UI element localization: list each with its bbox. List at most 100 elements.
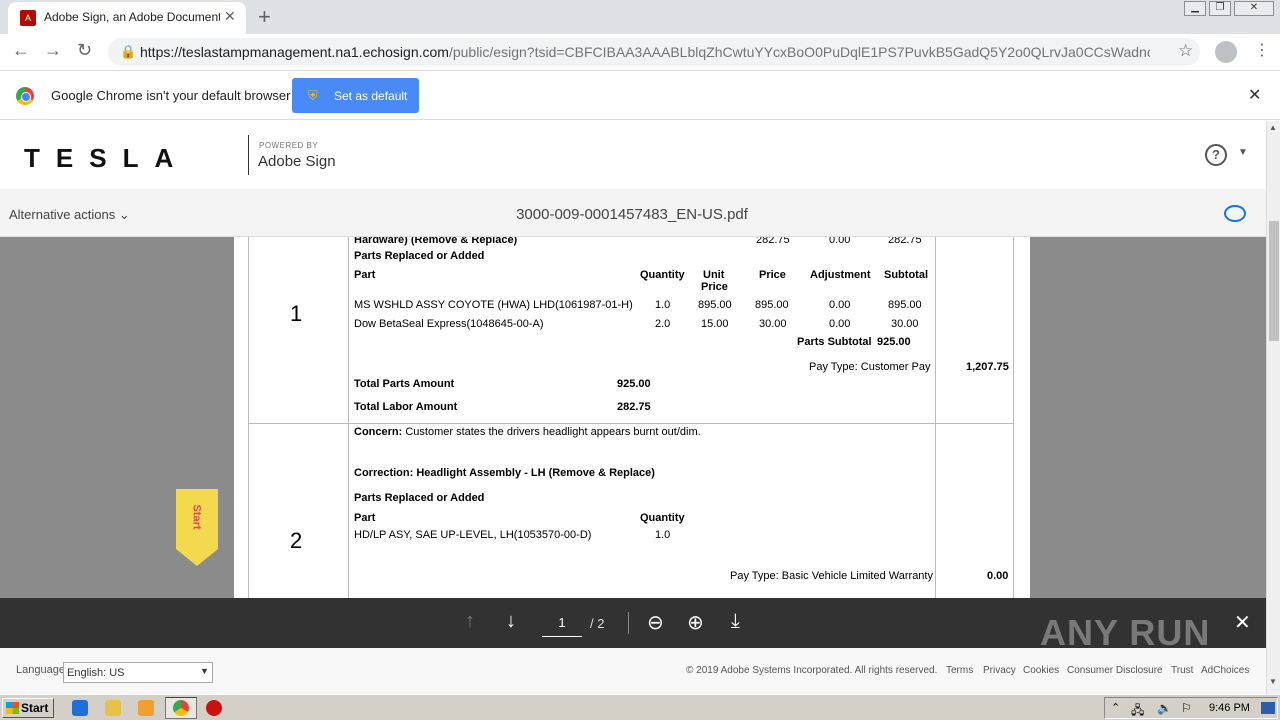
footer-link-trust[interactable]: Trust bbox=[1171, 665, 1193, 676]
browser-tab-strip: A Adobe Sign, an Adobe Document Cloud ✕ … bbox=[0, 0, 1280, 34]
stop-icon[interactable] bbox=[206, 700, 222, 716]
url-host: https://teslastampmanagement.na1.echosig… bbox=[140, 44, 449, 60]
set-as-default-button[interactable]: ⛨ Set as default bbox=[292, 78, 419, 113]
chrome-logo-icon bbox=[16, 87, 34, 105]
correction-heading: Correction: Headlight Assembly - LH (Rem… bbox=[354, 467, 655, 479]
new-tab-icon[interactable]: + bbox=[258, 4, 271, 30]
show-desktop-icon[interactable] bbox=[1261, 702, 1275, 714]
chevron-down-icon: ▼ bbox=[200, 666, 209, 676]
page-total: / 2 bbox=[590, 616, 605, 631]
reload-icon[interactable]: ↻ bbox=[77, 40, 92, 61]
page-number-input[interactable]: 1 bbox=[542, 611, 582, 637]
parts-subtotal-value: 925.00 bbox=[877, 336, 911, 348]
pay-type: Pay Type: Basic Vehicle Limited Warranty bbox=[730, 570, 933, 582]
concern-text: Concern: Customer states the drivers hea… bbox=[354, 426, 701, 438]
comment-icon[interactable] bbox=[1224, 205, 1246, 222]
line-number: 2 bbox=[290, 528, 303, 553]
page-footer: Language English: US ▼ © 2019 Adobe Syst… bbox=[0, 648, 1266, 694]
document-title: 3000-009-0001457483_EN-US.pdf bbox=[516, 206, 748, 223]
parts-subtotal-label: Parts Subtotal bbox=[797, 336, 872, 348]
start-signing-tag[interactable]: Start bbox=[176, 489, 218, 566]
footer-link-privacy[interactable]: Privacy bbox=[983, 665, 1016, 676]
chrome-taskbar-button[interactable] bbox=[165, 697, 197, 719]
volume-icon[interactable]: 🔈 bbox=[1157, 701, 1172, 715]
language-select[interactable]: English: US ▼ bbox=[63, 662, 213, 683]
tray-expand-icon[interactable]: ⌃ bbox=[1111, 701, 1120, 714]
zoom-out-icon[interactable]: ⊖ bbox=[647, 610, 664, 635]
labor-heading-partial: Hardware) (Remove & Replace) bbox=[354, 237, 518, 246]
page-scrollbar[interactable]: ▲ ▼ bbox=[1266, 121, 1280, 698]
start-button[interactable]: Start bbox=[2, 698, 54, 718]
restore-icon[interactable]: ❐ bbox=[1209, 1, 1231, 16]
infobar-close-icon[interactable]: ✕ bbox=[1248, 85, 1261, 105]
next-page-icon[interactable]: ↓ bbox=[506, 610, 516, 633]
folder-icon[interactable] bbox=[105, 700, 121, 716]
kebab-menu-icon[interactable]: ⋮ bbox=[1254, 40, 1270, 60]
column-header: Part bbox=[354, 512, 376, 524]
table-cell: 1.0 bbox=[655, 529, 671, 541]
url-text[interactable]: https://teslastampmanagement.na1.echosig… bbox=[140, 44, 1150, 60]
table-cell: 1.0 bbox=[655, 299, 671, 311]
table-border bbox=[248, 423, 1014, 424]
profile-avatar-icon[interactable] bbox=[1215, 41, 1237, 63]
default-browser-infobar: Google Chrome isn't your default browser… bbox=[0, 70, 1280, 120]
controls-divider bbox=[628, 612, 629, 634]
parts-heading: Parts Replaced or Added bbox=[354, 250, 485, 262]
start-label: Start bbox=[190, 504, 203, 530]
scroll-down-icon[interactable]: ▼ bbox=[1269, 677, 1277, 686]
adobe-sign-icon: A bbox=[20, 10, 36, 26]
labor-value: 282.75 bbox=[756, 237, 790, 246]
set-as-default-label: Set as default bbox=[334, 89, 408, 103]
column-header: Adjustment bbox=[810, 269, 871, 281]
help-icon[interactable]: ? bbox=[1205, 144, 1227, 166]
taskbar-clock: 9:46 PM bbox=[1209, 702, 1250, 714]
window-close-icon[interactable]: ✕ bbox=[1234, 1, 1274, 16]
close-icon[interactable]: ✕ bbox=[224, 8, 236, 25]
table-border bbox=[248, 237, 249, 598]
media-player-icon[interactable] bbox=[138, 700, 154, 716]
pdf-page: 1 Hardware) (Remove & Replace) 282.75 0.… bbox=[234, 237, 1030, 598]
table-cell: 0.00 bbox=[829, 318, 851, 330]
download-icon[interactable]: ⤓ bbox=[731, 610, 740, 633]
address-bar[interactable]: 🔒 https://teslastampmanagement.na1.echos… bbox=[108, 38, 1200, 66]
chevron-down-icon[interactable]: ▼ bbox=[1238, 147, 1248, 158]
browser-tab[interactable]: A Adobe Sign, an Adobe Document Cloud ✕ bbox=[8, 2, 246, 34]
close-icon[interactable]: ✕ bbox=[1234, 610, 1251, 635]
table-border bbox=[348, 237, 349, 598]
forward-icon[interactable]: → bbox=[44, 40, 62, 61]
lock-icon[interactable]: 🔒 bbox=[120, 44, 136, 60]
network-icon[interactable]: 🖧 bbox=[1131, 701, 1144, 722]
minimize-icon[interactable]: ▁ bbox=[1184, 1, 1206, 16]
footer-link-terms[interactable]: Terms bbox=[946, 665, 973, 676]
powered-by-label: POWERED BY bbox=[259, 141, 319, 150]
footer-link-cookies[interactable]: Cookies bbox=[1023, 665, 1059, 676]
labor-value: 282.75 bbox=[888, 237, 922, 246]
table-cell: 0.00 bbox=[829, 299, 851, 311]
line-number: 1 bbox=[290, 301, 303, 326]
scroll-up-icon[interactable]: ▲ bbox=[1269, 123, 1277, 132]
table-cell: 30.00 bbox=[891, 318, 919, 330]
zoom-in-icon[interactable]: ⊕ bbox=[687, 610, 704, 635]
table-border bbox=[935, 237, 936, 598]
footer-link-adchoices[interactable]: AdChoices bbox=[1201, 665, 1249, 676]
viewer-controls: ↑ ↓ 1 / 2 ⊖ ⊕ ⤓ ANY RUN ✕ bbox=[0, 598, 1266, 653]
column-header: Price bbox=[701, 281, 728, 293]
document-toolbar: Alternative actions ⌄ 3000-009-000145748… bbox=[0, 189, 1266, 237]
table-cell: 2.0 bbox=[655, 318, 671, 330]
windows-logo-icon bbox=[6, 702, 19, 714]
line-total: 1,207.75 bbox=[966, 361, 1009, 373]
pay-type: Pay Type: Customer Pay bbox=[809, 361, 931, 373]
tesla-logo: TESLA bbox=[24, 143, 190, 173]
bookmark-star-icon[interactable]: ☆ bbox=[1178, 41, 1193, 61]
browser-toolbar: ← → ↻ 🔒 https://teslastampmanagement.na1… bbox=[0, 34, 1280, 70]
table-cell: HD/LP ASY, SAE UP-LEVEL, LH(1053570-00-D… bbox=[354, 529, 592, 541]
table-cell: 15.00 bbox=[701, 318, 729, 330]
scroll-thumb[interactable] bbox=[1269, 221, 1279, 341]
previous-page-icon[interactable]: ↑ bbox=[465, 610, 475, 633]
table-cell: 895.00 bbox=[698, 299, 732, 311]
internet-explorer-icon[interactable] bbox=[72, 700, 88, 716]
total-parts-value: 925.00 bbox=[617, 378, 651, 390]
footer-link-consumer-disclosure[interactable]: Consumer Disclosure bbox=[1067, 665, 1163, 676]
back-icon[interactable]: ← bbox=[12, 40, 30, 61]
flag-icon[interactable]: ⚐ bbox=[1181, 701, 1192, 715]
